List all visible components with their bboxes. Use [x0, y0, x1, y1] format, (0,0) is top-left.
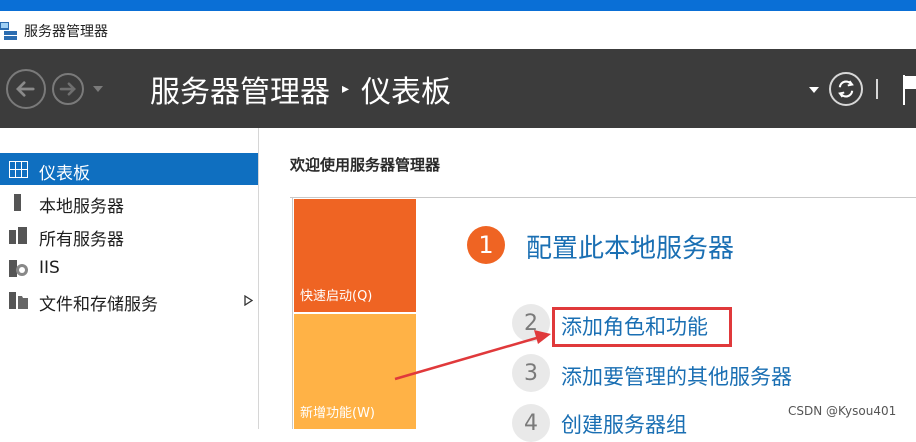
configure-local-server-link[interactable]: 配置此本地服务器 — [526, 228, 734, 265]
watermark: CSDN @Kysou401 — [788, 404, 897, 418]
step-4-badge: 4 — [512, 404, 550, 442]
whats-new-tile[interactable]: 新增功能(W) — [294, 314, 416, 429]
welcome-heading: 欢迎使用服务器管理器 — [290, 156, 441, 174]
sidebar-item-label: 仪表板 — [39, 164, 90, 184]
dashboard-icon — [9, 161, 28, 178]
server-icon — [14, 194, 21, 211]
window-top-strip — [0, 0, 916, 11]
header-divider — [876, 79, 878, 99]
step-2-badge: 2 — [512, 304, 550, 342]
refresh-button[interactable] — [829, 72, 863, 106]
server-manager-app-icon — [0, 22, 17, 40]
history-dropdown-icon[interactable] — [91, 84, 105, 94]
quick-start-label: 快速启动(Q) — [300, 289, 373, 304]
breadcrumb-current: 仪表板 — [361, 75, 452, 110]
step-3-badge: 3 — [512, 354, 550, 392]
breadcrumb-separator-icon: ▸ — [342, 81, 350, 97]
forward-arrow-icon — [59, 82, 76, 96]
sidebar-item-all-servers[interactable]: 所有服务器 — [0, 219, 258, 251]
sidebar-item-label: 文件和存储服务 — [39, 295, 158, 315]
sidebar-item-label: 本地服务器 — [39, 197, 124, 217]
titlebar: 服务器管理器 — [0, 11, 916, 49]
servers-icon — [9, 227, 27, 244]
header-bar: 服务器管理器 ▸ 仪表板 — [0, 49, 916, 128]
sidebar-item-label: IIS — [39, 258, 60, 278]
whats-new-label: 新增功能(W) — [300, 406, 375, 421]
sidebar-item-iis[interactable]: IIS — [0, 252, 258, 284]
sidebar-item-local-server[interactable]: 本地服务器 — [0, 186, 258, 218]
breadcrumb-root[interactable]: 服务器管理器 — [150, 67, 330, 111]
create-server-group-link[interactable]: 创建服务器组 — [561, 409, 687, 439]
storage-icon — [9, 292, 28, 309]
refresh-icon — [838, 80, 854, 98]
breadcrumb: 服务器管理器 ▸ 仪表板 — [150, 67, 452, 111]
sidebar-item-file-storage[interactable]: 文件和存储服务 — [0, 284, 258, 316]
header-dropdown-icon[interactable] — [808, 85, 820, 95]
annotation-highlight-box — [552, 307, 732, 347]
dashboard-main: 欢迎使用服务器管理器 快速启动(Q) 新增功能(W) 1 配置此本地服务器 2 … — [260, 128, 916, 442]
back-arrow-icon — [15, 81, 35, 97]
iis-icon — [9, 260, 28, 277]
notifications-flag-icon[interactable] — [901, 71, 916, 107]
forward-button[interactable] — [52, 73, 84, 105]
expand-chevron-icon[interactable] — [244, 295, 253, 306]
sidebar: 仪表板 本地服务器 所有服务器 IIS 文件和存储服务 — [0, 128, 259, 429]
add-other-servers-link[interactable]: 添加要管理的其他服务器 — [561, 361, 792, 391]
quick-start-tile[interactable]: 快速启动(Q) — [294, 199, 416, 312]
window-title: 服务器管理器 — [24, 24, 108, 40]
sidebar-item-label: 所有服务器 — [39, 230, 124, 250]
step-1-badge: 1 — [467, 226, 505, 264]
sidebar-item-dashboard[interactable]: 仪表板 — [0, 153, 258, 185]
back-button[interactable] — [6, 69, 46, 109]
